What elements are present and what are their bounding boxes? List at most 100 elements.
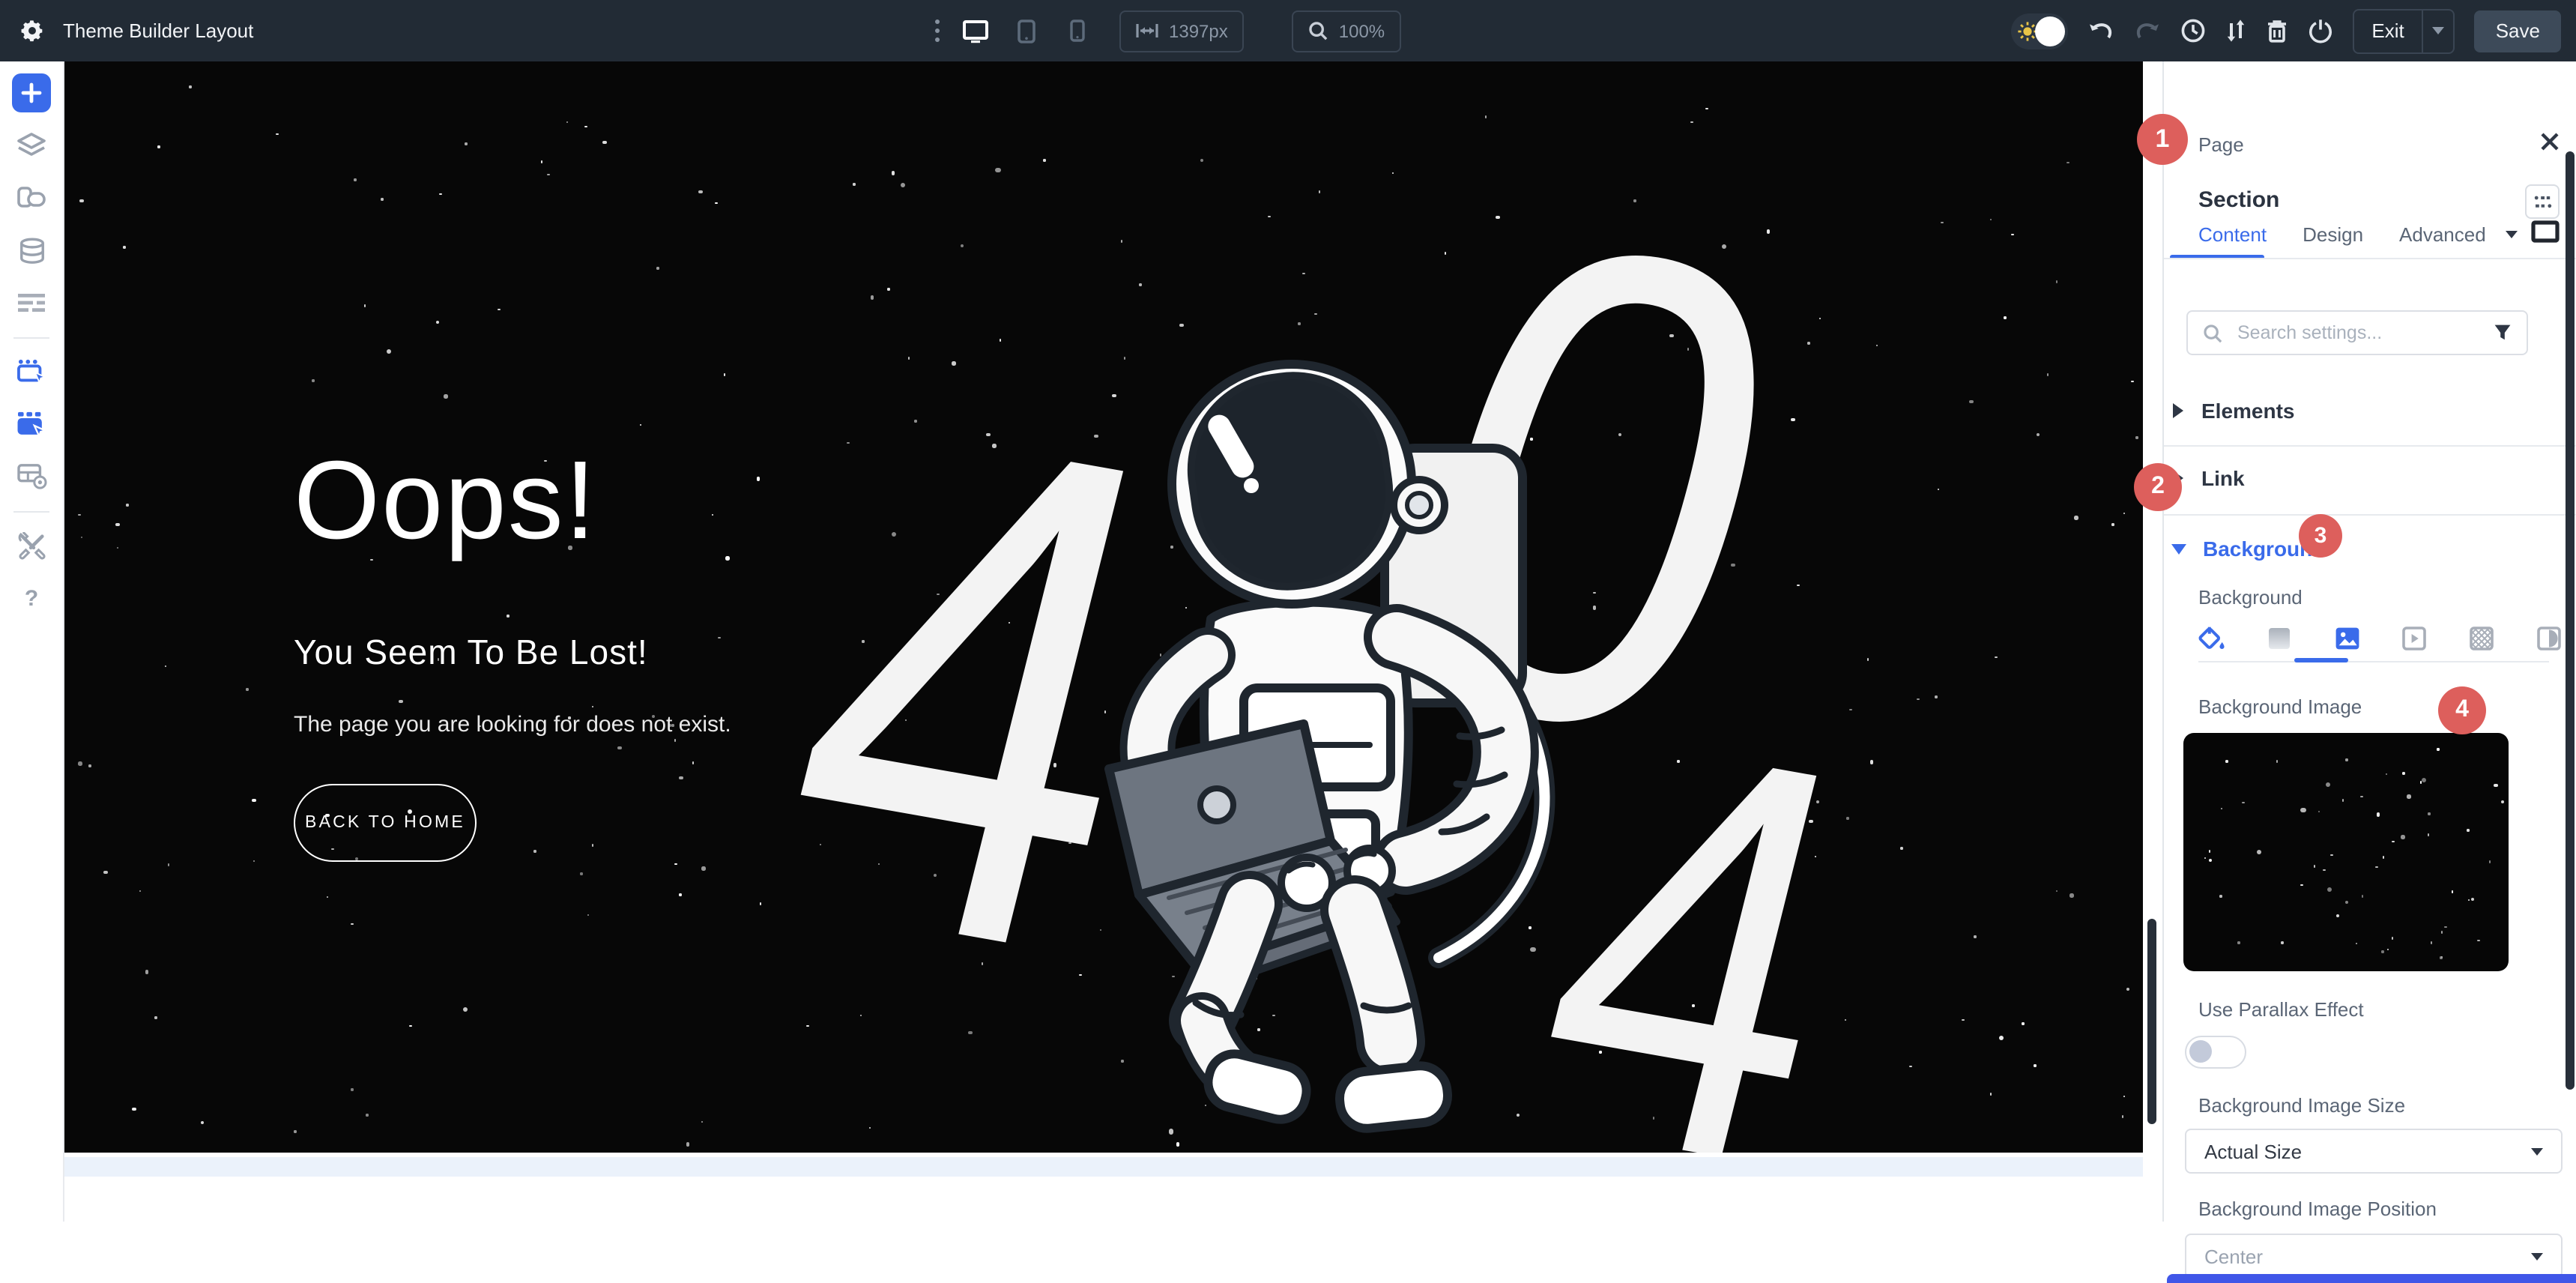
settings-gear-icon[interactable] bbox=[19, 18, 45, 43]
power-exit-visual-builder-icon[interactable] bbox=[2307, 18, 2332, 43]
save-button[interactable]: Save bbox=[2475, 10, 2561, 52]
filter-funnel-icon[interactable] bbox=[2494, 324, 2512, 342]
database-icon[interactable] bbox=[12, 231, 51, 270]
redo-icon[interactable] bbox=[2133, 19, 2160, 42]
group-link[interactable]: Link bbox=[2164, 444, 2576, 513]
bg-color-bucket-icon[interactable] bbox=[2198, 625, 2225, 652]
star bbox=[2385, 773, 2387, 775]
star bbox=[585, 125, 587, 127]
annotation-badge-2: 2 bbox=[2134, 463, 2182, 511]
star bbox=[154, 1017, 157, 1019]
star bbox=[892, 171, 895, 175]
width-arrows-icon bbox=[1136, 22, 1158, 39]
bg-mask-icon[interactable] bbox=[2536, 625, 2563, 652]
zoom-control[interactable]: 100% bbox=[1292, 10, 1401, 52]
group-elements[interactable]: Elements bbox=[2164, 376, 2576, 445]
group-background[interactable]: Background bbox=[2164, 514, 2576, 583]
help-icon[interactable]: ? bbox=[12, 579, 51, 618]
star bbox=[547, 174, 549, 176]
phone-view-button[interactable] bbox=[1059, 13, 1095, 49]
star bbox=[581, 872, 583, 875]
layers-icon[interactable] bbox=[12, 126, 51, 165]
star bbox=[1807, 342, 1809, 344]
bg-image-icon[interactable] bbox=[2333, 625, 2360, 652]
tablet-view-button[interactable] bbox=[1009, 13, 1044, 49]
search-input[interactable] bbox=[2234, 321, 2494, 345]
presets-icon[interactable] bbox=[2525, 184, 2560, 219]
next-section-strip[interactable] bbox=[63, 1157, 2143, 1177]
list-rows-icon[interactable] bbox=[12, 283, 51, 322]
star bbox=[2282, 942, 2284, 944]
star bbox=[1910, 1066, 1912, 1068]
star bbox=[124, 246, 126, 248]
chevron-down-icon bbox=[2171, 543, 2186, 554]
star bbox=[127, 504, 129, 506]
star bbox=[566, 121, 568, 123]
star bbox=[2387, 948, 2389, 950]
tab-design[interactable]: Design bbox=[2303, 223, 2363, 246]
star bbox=[1200, 159, 1204, 163]
exit-button[interactable]: Exit bbox=[2353, 10, 2422, 52]
star bbox=[847, 441, 849, 444]
breadcrumb[interactable]: Page bbox=[2198, 133, 2244, 156]
trash-icon[interactable] bbox=[2265, 18, 2288, 43]
background-image-size-select[interactable]: Actual Size bbox=[2185, 1129, 2563, 1174]
background-image-thumbnail[interactable] bbox=[2183, 733, 2509, 971]
more-options-icon[interactable] bbox=[932, 19, 943, 42]
bg-video-icon[interactable] bbox=[2401, 625, 2428, 652]
builder-canvas[interactable]: 4 0 4 bbox=[63, 61, 2143, 1153]
canvas-scrollbar[interactable] bbox=[2147, 919, 2156, 1124]
star bbox=[2336, 914, 2340, 917]
star bbox=[2034, 1065, 2036, 1067]
undo-icon[interactable] bbox=[2087, 19, 2114, 42]
star bbox=[167, 863, 169, 866]
exit-button-group: Exit bbox=[2352, 8, 2455, 53]
click-section-tool-icon[interactable] bbox=[12, 405, 51, 444]
star bbox=[327, 896, 329, 898]
star bbox=[386, 349, 390, 354]
template-library-icon[interactable] bbox=[12, 178, 51, 217]
bg-gradient-icon[interactable] bbox=[2266, 625, 2293, 652]
background-image-position-select[interactable]: Center bbox=[2185, 1234, 2563, 1279]
tab-advanced[interactable]: Advanced bbox=[2399, 223, 2486, 246]
light-dark-toggle[interactable] bbox=[2010, 13, 2067, 49]
zoom-value: 100% bbox=[1339, 20, 1385, 41]
bg-pattern-icon[interactable] bbox=[2468, 625, 2495, 652]
tabs-chevron-down-icon[interactable] bbox=[2506, 231, 2518, 238]
canvas-width-control[interactable]: 1397px bbox=[1119, 10, 1245, 52]
history-icon[interactable] bbox=[2180, 18, 2205, 43]
tools-icon[interactable] bbox=[12, 526, 51, 565]
star bbox=[1969, 400, 1973, 404]
star bbox=[1705, 107, 1708, 109]
star bbox=[2345, 901, 2349, 905]
panel-footer-bar[interactable] bbox=[2167, 1274, 2576, 1283]
hero-body-text: The page you are looking for does not ex… bbox=[294, 712, 731, 737]
annotation-badge-4: 4 bbox=[2438, 686, 2486, 734]
star bbox=[2131, 380, 2133, 382]
builder-app: Theme Builder Layout 1397px 100% bbox=[0, 0, 2576, 1222]
portability-icon[interactable] bbox=[2225, 18, 2246, 43]
panel-scrollbar[interactable] bbox=[2566, 151, 2575, 1090]
close-icon[interactable] bbox=[2540, 132, 2560, 151]
settings-tabs: Content Design Advanced bbox=[2198, 223, 2486, 246]
tabs-device-desktop-icon[interactable] bbox=[2531, 220, 2560, 243]
star bbox=[2123, 512, 2125, 514]
background-active-tab-underline bbox=[2294, 658, 2348, 662]
star bbox=[2022, 1023, 2024, 1025]
layout-preview-icon[interactable] bbox=[12, 457, 51, 496]
click-element-tool-icon[interactable] bbox=[12, 352, 51, 391]
star bbox=[996, 168, 1000, 172]
exit-dropdown-button[interactable] bbox=[2422, 10, 2454, 52]
tab-content[interactable]: Content bbox=[2198, 223, 2267, 246]
star bbox=[2318, 811, 2320, 813]
star bbox=[1797, 585, 1799, 587]
star bbox=[2467, 899, 2470, 901]
star bbox=[81, 536, 83, 538]
desktop-view-button[interactable] bbox=[958, 13, 994, 49]
add-module-button[interactable] bbox=[12, 73, 51, 112]
parallax-toggle[interactable] bbox=[2185, 1036, 2246, 1069]
star bbox=[381, 199, 383, 201]
back-to-home-button[interactable]: BACK TO HOME bbox=[294, 784, 477, 862]
star bbox=[462, 1007, 467, 1012]
star bbox=[1391, 172, 1394, 175]
